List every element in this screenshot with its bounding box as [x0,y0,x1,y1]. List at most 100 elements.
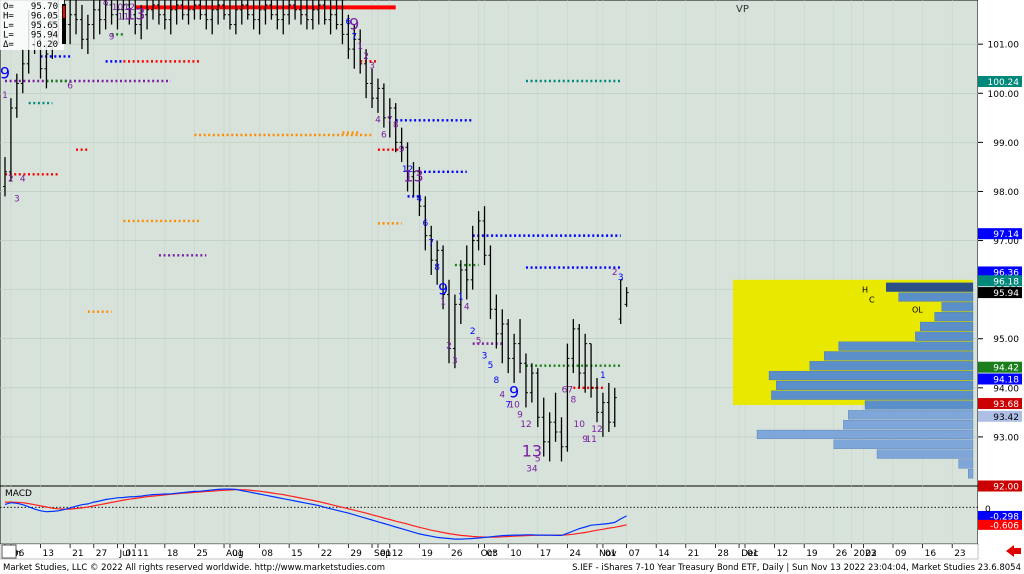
count-label: 13 [125,5,145,24]
volume-profile-row [864,400,974,410]
ohlc-value: 95.65 [31,21,58,31]
volume-profile-row [838,341,974,351]
volume-profile-row [941,302,974,312]
count-label: 10 [112,3,124,13]
count-label: 1 [458,292,464,302]
count-label: 10 [574,420,586,430]
count-label: 5 [476,337,482,347]
count-label: 9 [509,383,519,402]
volume-profile-poc-row [886,282,973,292]
count-label: 3 [482,351,488,361]
ohlc-key: L= [3,31,14,41]
date-tick-label: 02 [865,549,876,559]
volume-profile-row [776,380,974,390]
count-label: 7 [387,116,393,126]
date-tick-label: 28 [717,549,729,559]
ohlc-value: 96.05 [31,12,58,22]
date-tick-label: 01 [232,549,243,559]
price-tag-label: 93.42 [993,413,1019,423]
count-label: 8 [434,263,440,273]
macd-title: MACD [5,489,32,499]
volume-profile-row [768,370,974,381]
date-tick-label: 26 [451,549,463,559]
count-label: 3 [618,273,624,283]
price-tick-label: 99.00 [993,139,1019,149]
count-label: 2 [8,175,14,185]
count-label: 4 [464,302,470,312]
count-label: 1 [600,371,606,381]
volume-profile-row [915,331,974,341]
date-tick-label: 21 [72,549,83,559]
count-label: 7 [351,32,357,42]
last-bar-marker-highlight [63,6,65,18]
date-tick-label: 25 [196,549,207,559]
date-tick-label: 12 [392,549,403,559]
count-label: 34 [526,464,538,474]
date-tick-label: 01 [605,549,616,559]
date-tick-label: 01 [125,549,136,559]
volume-profile-label: C [869,295,875,304]
count-label: 8 [493,376,499,386]
date-tick-label: 18 [167,549,179,559]
date-tick-label: 27 [96,549,107,559]
volume-profile-row [934,312,974,322]
volume-profile-row [968,469,974,479]
date-tick-label: 10 [510,549,522,559]
count-label: 12 [520,420,531,430]
volume-profile-row [809,361,974,371]
count-label: 12 [591,425,602,435]
count-label: 4 [20,175,26,185]
date-tick-label: 26 [836,549,848,559]
price-tag-label: 95.94 [993,289,1019,299]
count-label: 3 [452,356,458,366]
ohlc-value: 95.94 [31,31,58,41]
count-label: 6 [422,219,428,229]
count-label: 9 [109,32,115,42]
price-tick-label: 100.00 [988,90,1020,100]
count-label: 2 [470,327,476,337]
count-label: 67 [562,386,573,396]
count-label: 9 [517,410,523,420]
count-label: 2 [446,342,452,352]
count-label: 8 [393,121,399,131]
footer-copyright: Market Studies, LLC © 2022 All rights re… [3,563,385,573]
price-tick-label: 94.00 [993,384,1019,394]
price-tag-label: 100.24 [988,78,1020,88]
ohlc-value: -0.20 [31,40,58,50]
count-label: 11 [585,435,596,445]
ohlc-value: 95.70 [31,2,58,12]
date-tick-label: 13 [43,549,54,559]
volume-profile-row [756,429,974,440]
date-tick-label: 21 [688,549,699,559]
date-tick-label: 15 [291,549,302,559]
date-tick-label: 19 [421,549,433,559]
count-label: 5 [535,454,541,464]
scroll-left-button[interactable] [1,544,17,559]
ohlc-key: Δ= [3,40,14,50]
date-tick-label: 17 [540,549,551,559]
count-label: 3 [14,194,20,204]
volume-profile-row [958,459,974,469]
count-label: 4 [499,391,505,401]
count-label: 9 [349,14,359,33]
price-tick-label: 98.00 [993,188,1019,198]
price-tag-label: 93.68 [993,400,1019,410]
date-tick-label: 19 [806,549,818,559]
ohlc-key: L= [3,21,14,31]
macd-signal-label: -0.606 [990,521,1019,531]
count-label: 13 [403,167,423,186]
date-tick-label: 12 [777,549,788,559]
macd-zero-label: 0 [985,505,991,515]
count-label: 8 [570,396,576,406]
volume-profile-row [898,292,974,302]
count-label: 4 [375,116,381,126]
date-tick-label: 23 [954,549,965,559]
stock-chart[interactable]: HCOL 9123468910111213 697123467 8912134678… [0,0,1024,574]
price-tick-label: 93.00 [993,433,1019,443]
volume-profile-row [771,390,974,400]
price-tick-label: 95.00 [993,335,1019,345]
count-label: 1 [357,42,363,52]
volume-profile-label: OL [912,305,923,314]
volume-profile-row [843,420,974,430]
date-tick-label: 29 [350,549,362,559]
